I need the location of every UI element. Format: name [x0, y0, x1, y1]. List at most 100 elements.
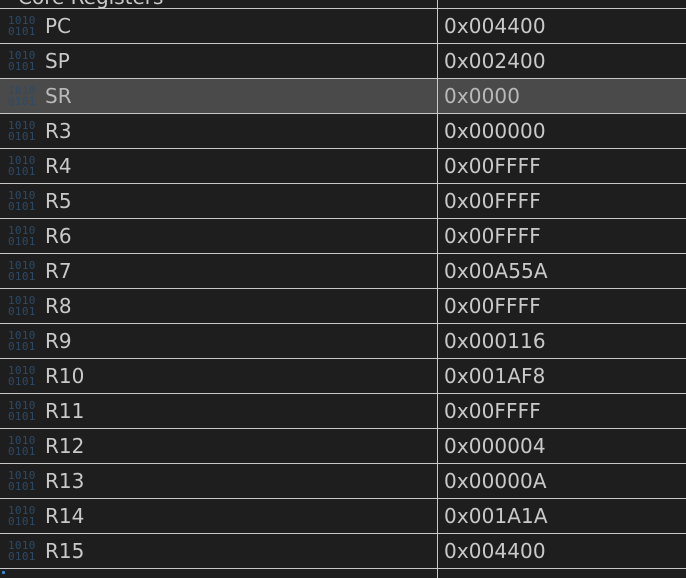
- register-name-cell[interactable]: 1010 0101 R7: [0, 254, 438, 288]
- binary-icon: 1010 0101: [8, 292, 42, 320]
- register-row[interactable]: 1010 0101 R11 0x00FFFF: [0, 394, 686, 429]
- register-name-cell[interactable]: 1010 0101 R12: [0, 429, 438, 463]
- binary-icon: 1010 0101: [8, 467, 42, 495]
- register-value[interactable]: 0x000116: [438, 324, 686, 358]
- binary-icon: 1010 0101: [8, 152, 42, 180]
- register-name: R6: [45, 224, 72, 248]
- register-row[interactable]: 1010 0101 R14 0x001A1A: [0, 499, 686, 534]
- register-name: R12: [45, 434, 85, 458]
- binary-icon: 1010 0101: [8, 82, 42, 110]
- register-row[interactable]: 1010 0101 R5 0x00FFFF: [0, 184, 686, 219]
- register-name: R4: [45, 154, 72, 178]
- binary-icon-bottom: 0101: [8, 445, 36, 458]
- register-name-cell[interactable]: 1010 0101 R10: [0, 359, 438, 393]
- group-title: Core Registers: [18, 0, 163, 9]
- binary-icon-bottom: 0101: [8, 165, 36, 178]
- register-name: PC: [45, 14, 72, 38]
- binary-icon-bottom: 0101: [8, 375, 36, 388]
- register-name-cell[interactable]: 1010 0101 PC: [0, 9, 438, 43]
- register-value[interactable]: 0x00FFFF: [438, 184, 686, 218]
- binary-icon: 1010 0101: [8, 47, 42, 75]
- register-name-cell[interactable]: 1010 0101 R9: [0, 324, 438, 358]
- binary-icon-bottom: 0101: [8, 130, 36, 143]
- register-value[interactable]: 0x00A55A: [438, 254, 686, 288]
- register-row[interactable]: 1010 0101 R13 0x00000A: [0, 464, 686, 499]
- register-name-cell[interactable]: 1010 0101 R5: [0, 184, 438, 218]
- binary-icon-bottom: 0101: [8, 340, 36, 353]
- register-name: R3: [45, 119, 72, 143]
- binary-icon: 1010 0101: [8, 502, 42, 530]
- register-name: R7: [45, 259, 72, 283]
- binary-icon-bottom: 0101: [8, 270, 36, 283]
- register-row[interactable]: 1010 0101 R9 0x000116: [0, 324, 686, 359]
- register-row[interactable]: 1010 0101 SP 0x002400: [0, 44, 686, 79]
- binary-icon-bottom: 0101: [8, 95, 36, 108]
- binary-icon: 1010 0101: [8, 362, 42, 390]
- register-name: R13: [45, 469, 85, 493]
- register-row[interactable]: 1010 0101 R6 0x00FFFF: [0, 219, 686, 254]
- register-value[interactable]: 0x000000: [438, 114, 686, 148]
- register-value[interactable]: 0x00FFFF: [438, 149, 686, 183]
- group-header-name-cell: ▾ Core Registers: [0, 0, 438, 9]
- register-name: R11: [45, 399, 85, 423]
- binary-icon: 1010 0101: [8, 12, 42, 40]
- register-name-cell[interactable]: 1010 0101 R3: [0, 114, 438, 148]
- bottom-strip-name-cell: [0, 569, 438, 578]
- register-name-cell[interactable]: 1010 0101 SP: [0, 44, 438, 78]
- register-name-cell[interactable]: 1010 0101 R11: [0, 394, 438, 428]
- register-name-cell[interactable]: 1010 0101 R4: [0, 149, 438, 183]
- register-value[interactable]: 0x000004: [438, 429, 686, 463]
- register-row[interactable]: 1010 0101 R4 0x00FFFF: [0, 149, 686, 184]
- binary-icon-bottom: 0101: [8, 235, 36, 248]
- register-name: R5: [45, 189, 72, 213]
- register-name-cell[interactable]: 1010 0101 R14: [0, 499, 438, 533]
- bottom-strip: [0, 569, 686, 578]
- register-view: ▾ Core Registers 10100101PC0x00440010100…: [0, 0, 686, 578]
- register-name: R15: [45, 539, 85, 563]
- register-value[interactable]: 0x0000: [438, 79, 686, 113]
- binary-icon-bottom: 0101: [8, 305, 36, 318]
- register-value[interactable]: 0x00000A: [438, 464, 686, 498]
- register-value[interactable]: 0x004400: [438, 9, 686, 43]
- register-name: R10: [45, 364, 85, 388]
- register-row[interactable]: 1010 0101 R3 0x000000: [0, 114, 686, 149]
- register-row[interactable]: 1010 0101 R12 0x000004: [0, 429, 686, 464]
- binary-icon: 1010 0101: [8, 222, 42, 250]
- register-value[interactable]: 0x001A1A: [438, 499, 686, 533]
- register-name: R8: [45, 294, 72, 318]
- register-name-cell[interactable]: 1010 0101 R6: [0, 219, 438, 253]
- binary-icon: 1010 0101: [8, 397, 42, 425]
- group-header-core-registers[interactable]: ▾ Core Registers: [0, 0, 686, 9]
- register-name: R9: [45, 329, 72, 353]
- register-row[interactable]: 1010 0101 R15 0x004400: [0, 534, 686, 569]
- register-value[interactable]: 0x00FFFF: [438, 219, 686, 253]
- register-name: SR: [45, 84, 72, 108]
- register-row[interactable]: 1010 0101 R7 0x00A55A: [0, 254, 686, 289]
- register-row[interactable]: 1010 0101 PC 0x004400: [0, 9, 686, 44]
- chevron-down-icon[interactable]: ▾: [2, 0, 12, 2]
- binary-icon: 1010 0101: [8, 432, 42, 460]
- register-name-cell[interactable]: 1010 0101 R13: [0, 464, 438, 498]
- register-value[interactable]: 0x00FFFF: [438, 289, 686, 323]
- binary-icon-bottom: 0101: [8, 25, 36, 38]
- register-name: SP: [45, 49, 70, 73]
- register-value[interactable]: 0x001AF8: [438, 359, 686, 393]
- binary-icon: 1010 0101: [8, 257, 42, 285]
- binary-icon-bottom: 0101: [8, 515, 36, 528]
- binary-icon-bottom: 0101: [8, 200, 36, 213]
- register-value[interactable]: 0x004400: [438, 534, 686, 568]
- binary-icon: 1010 0101: [8, 187, 42, 215]
- drag-handle-icon[interactable]: [2, 571, 5, 574]
- register-value[interactable]: 0x00FFFF: [438, 394, 686, 428]
- binary-icon: 1010 0101: [8, 327, 42, 355]
- register-name-cell[interactable]: 1010 0101 R8: [0, 289, 438, 323]
- binary-icon-bottom: 0101: [8, 480, 36, 493]
- binary-icon-bottom: 0101: [8, 410, 36, 423]
- register-name-cell[interactable]: 1010 0101 R15: [0, 534, 438, 568]
- register-name-cell[interactable]: 1010 0101 SR: [0, 79, 438, 113]
- register-row[interactable]: 1010 0101 R8 0x00FFFF: [0, 289, 686, 324]
- register-value[interactable]: 0x002400: [438, 44, 686, 78]
- binary-icon-bottom: 0101: [8, 60, 36, 73]
- register-row[interactable]: 1010 0101 SR 0x0000: [0, 79, 686, 114]
- register-row[interactable]: 1010 0101 R10 0x001AF8: [0, 359, 686, 394]
